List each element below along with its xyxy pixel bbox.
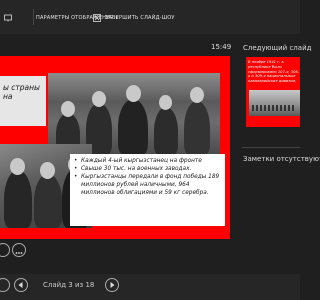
- panel-divider: [242, 147, 300, 148]
- overflow-button[interactable]: [0, 278, 10, 292]
- presenter-side-panel: Следующий слайд В ноябре 1941 г. в респу…: [240, 34, 320, 274]
- monitor-icon: [4, 14, 12, 22]
- more-options-button[interactable]: [12, 243, 26, 257]
- next-slide-button[interactable]: [105, 278, 119, 292]
- notes-heading: Заметки отсутствуют: [243, 155, 320, 163]
- bullet-item: • Свыше 30 тыс. на военных заводах.: [74, 166, 192, 172]
- pen-tool-button[interactable]: [0, 243, 10, 257]
- bullet-text: Свыше 30 тыс. на военных заводах.: [81, 166, 192, 172]
- prev-slide-button[interactable]: [14, 278, 28, 292]
- bullet-item: • Кыргызстанцы передали в фонд победы 189…: [74, 174, 220, 196]
- end-show-button[interactable]: ЗАВЕРШИТЬ СЛАЙД-ШОУ: [93, 13, 175, 23]
- end-show-icon: [93, 14, 101, 22]
- slide-photo-crowd: [48, 73, 220, 155]
- thumb-text: В ноябре 1941 г. в республике было сформ…: [248, 60, 300, 84]
- slide-bullet-box: • Каждый 4-ый кыргызстанец на фронте • Свы…: [70, 154, 225, 226]
- next-slide-heading: Следующий слайд: [243, 44, 312, 52]
- clock-readout: 15:49: [211, 43, 232, 51]
- slide-counter: Слайд 3 из 18: [43, 281, 95, 289]
- next-arrow-icon: [110, 282, 115, 288]
- slide-text-box-top: ы страны на: [0, 76, 46, 126]
- thumb-photo: [249, 90, 300, 116]
- slide-top-text: ы страны на: [3, 83, 40, 101]
- navigation-bar: Слайд 3 из 18: [0, 274, 300, 300]
- current-slide[interactable]: ы страны на • Каждый 4-ый кыргызстанец на…: [0, 56, 230, 239]
- bullet-text: Кыргызстанцы передали в фонд победы 189 …: [81, 174, 220, 196]
- more-icon: [15, 252, 23, 254]
- thumb-photo-figures: [252, 105, 296, 111]
- bullet-item: • Каждый 4-ый кыргызстанец на фронте: [74, 158, 202, 164]
- bullet-text: Каждый 4-ый кыргызстанец на фронте: [81, 158, 202, 164]
- toolbar-divider: [33, 9, 34, 25]
- presenter-toolbar: ПАРАМЕТРЫ ОТОБРАЖЕНИЯ ▾ ЗАВЕРШИТЬ СЛАЙД-…: [0, 0, 300, 34]
- end-show-label: ЗАВЕРШИТЬ СЛАЙД-ШОУ: [105, 15, 175, 21]
- screen-menu-button[interactable]: [4, 13, 16, 23]
- next-slide-thumbnail[interactable]: В ноябре 1941 г. в республике было сформ…: [246, 57, 300, 127]
- prev-arrow-icon: [18, 282, 23, 288]
